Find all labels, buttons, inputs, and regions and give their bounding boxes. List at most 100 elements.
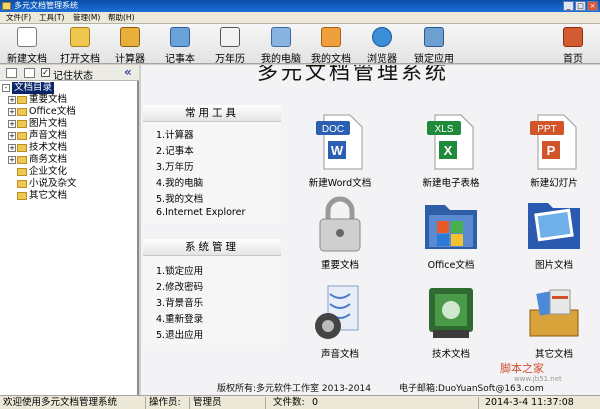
main-area: 多元文档管理系统 常用工具 1.计算器 2.记事本 3.万年历 4.我的电脑 5…	[141, 65, 600, 395]
excel-document-icon: XLS X	[427, 114, 474, 170]
close-button[interactable]: ×	[587, 1, 598, 11]
minimize-button[interactable]: _	[563, 1, 574, 11]
mgmt-link-exit[interactable]: 5.退出应用	[156, 327, 203, 341]
mgmt-link-password[interactable]: 2.修改密码	[156, 279, 203, 293]
status-file-count: 0	[309, 397, 479, 409]
menu-bar: 文件(F) 工具(T) 管理(M) 帮助(H)	[0, 12, 600, 24]
calendar-button[interactable]: 万年历	[210, 25, 250, 65]
mgmt-link-lock[interactable]: 1.锁定应用	[156, 263, 203, 277]
my-documents-button[interactable]: 我的文档	[308, 25, 354, 65]
tool-link-calendar[interactable]: 3.万年历	[156, 159, 194, 173]
svg-text:P: P	[547, 143, 556, 158]
lock-icon	[424, 27, 444, 47]
watermark-url: www.jb51.net	[514, 375, 562, 383]
sound-docs-button[interactable]: 声音文档	[308, 280, 372, 360]
tree-expander-icon[interactable]: +	[8, 108, 16, 116]
tree-expander-icon[interactable]: -	[2, 84, 10, 92]
pictures-icon	[528, 203, 580, 249]
tree-expander-icon[interactable]: +	[8, 144, 16, 152]
status-welcome: 欢迎使用多元文档管理系统	[0, 397, 146, 409]
collapse-pane-icon[interactable]: «	[124, 65, 132, 79]
detail-view-icon[interactable]	[24, 68, 35, 78]
new-word-doc-button[interactable]: DOC W 新建Word文档	[308, 109, 372, 189]
folder-icon	[17, 156, 27, 164]
status-operator-label: 操作员:	[146, 397, 190, 409]
other-docs-button[interactable]: 其它文档	[522, 280, 586, 360]
tree-expander-icon[interactable]: +	[8, 120, 16, 128]
tool-link-computer[interactable]: 4.我的电脑	[156, 175, 203, 189]
documents-icon	[321, 27, 341, 47]
folder-icon	[17, 108, 27, 116]
folder-icon	[17, 180, 27, 188]
ppt-document-icon: PPT P	[530, 114, 577, 170]
my-computer-button[interactable]: 我的电脑	[258, 25, 304, 65]
maximize-button[interactable]: □	[575, 1, 586, 11]
toolbar: 新建文档 打开文档 计算器 记事本 万年历 我的电脑 我的文档 浏览器 锁定应用…	[0, 24, 600, 65]
tree-expander-icon[interactable]: +	[8, 156, 16, 164]
sound-icon	[315, 285, 359, 339]
ppt-badge: PPT	[537, 124, 556, 135]
new-slideshow-label: 新建幻灯片	[530, 178, 578, 189]
common-tools-header: 常用工具	[143, 105, 281, 122]
remember-state-label: 记住状态	[53, 71, 93, 82]
left-pane: ✓ 记住状态 « - 文档目录 + 重要文档 + Office文档 + 图片文档 + 声…	[0, 65, 139, 395]
system-mgmt-panel: 系统管理 1.锁定应用 2.修改密码 3.背景音乐 4.重新登录 5.退出应用	[143, 239, 281, 345]
folder-icon	[17, 132, 27, 140]
calendar-icon	[220, 27, 240, 47]
important-docs-button[interactable]: 重要文档	[308, 191, 372, 271]
browser-icon	[372, 27, 392, 47]
picture-docs-button[interactable]: 图片文档	[522, 191, 586, 271]
mgmt-link-relogin[interactable]: 4.重新登录	[156, 311, 203, 325]
new-spreadsheet-button[interactable]: XLS X 新建电子表格	[419, 109, 483, 189]
calculator-button[interactable]: 计算器	[110, 25, 150, 65]
tech-docs-button[interactable]: 技术文档	[419, 280, 483, 360]
office-folder-icon	[425, 205, 477, 249]
new-spreadsheet-label: 新建电子表格	[422, 178, 480, 189]
other-icon	[529, 289, 579, 337]
menu-manage[interactable]: 管理(M)	[73, 12, 100, 24]
tech-docs-label: 技术文档	[431, 349, 470, 360]
notepad-icon	[170, 27, 190, 47]
left-pane-header: ✓ 记住状态 «	[0, 65, 139, 82]
open-document-icon	[70, 27, 90, 47]
sound-docs-label: 声音文档	[320, 349, 359, 360]
copyright-text: 版权所有:多元软件工作室 2013-2014	[217, 384, 371, 394]
menu-tools[interactable]: 工具(T)	[39, 12, 64, 24]
browser-button[interactable]: 浏览器	[362, 25, 402, 65]
tool-link-calculator[interactable]: 1.计算器	[156, 127, 194, 141]
new-word-doc-label: 新建Word文档	[308, 178, 372, 189]
home-icon	[563, 27, 583, 47]
calculator-icon	[120, 27, 140, 47]
menu-help[interactable]: 帮助(H)	[108, 12, 135, 24]
tree-expander-icon[interactable]: +	[8, 132, 16, 140]
svg-text:X: X	[444, 143, 453, 158]
folder-icon	[17, 192, 27, 200]
remember-state-checkbox[interactable]: ✓	[41, 68, 50, 77]
folder-icon	[17, 168, 27, 176]
new-document-icon	[17, 27, 37, 47]
office-docs-label: Office文档	[427, 260, 475, 271]
app-title: 多元文档管理系统	[257, 65, 449, 84]
new-slideshow-button[interactable]: PPT P 新建幻灯片	[522, 109, 586, 189]
notepad-button[interactable]: 记事本	[160, 25, 200, 65]
folder-icon	[17, 144, 27, 152]
office-docs-button[interactable]: Office文档	[419, 191, 483, 271]
list-view-icon[interactable]	[6, 68, 17, 78]
new-document-button[interactable]: 新建文档	[2, 25, 52, 65]
tree-expander-icon[interactable]: +	[8, 96, 16, 104]
xls-badge: XLS	[435, 124, 454, 135]
folder-icon	[17, 120, 27, 128]
tool-link-ie[interactable]: 6.Internet Explorer	[156, 207, 245, 218]
tool-link-documents[interactable]: 5.我的文档	[156, 191, 203, 205]
other-docs-label: 其它文档	[534, 349, 573, 360]
word-document-icon: DOC W	[316, 114, 363, 170]
open-document-button[interactable]: 打开文档	[54, 25, 106, 65]
status-operator-name: 管理员	[190, 397, 266, 409]
status-bar: 欢迎使用多元文档管理系统 操作员: 管理员 文件数: 0 2014-3-4 11…	[0, 395, 600, 409]
mgmt-link-music[interactable]: 3.背景音乐	[156, 295, 203, 309]
menu-file[interactable]: 文件(F)	[6, 12, 31, 24]
lock-app-button[interactable]: 锁定应用	[409, 25, 459, 65]
system-mgmt-header: 系统管理	[143, 239, 281, 256]
tool-link-notepad[interactable]: 2.记事本	[156, 143, 194, 157]
home-button[interactable]: 首页	[556, 25, 590, 65]
